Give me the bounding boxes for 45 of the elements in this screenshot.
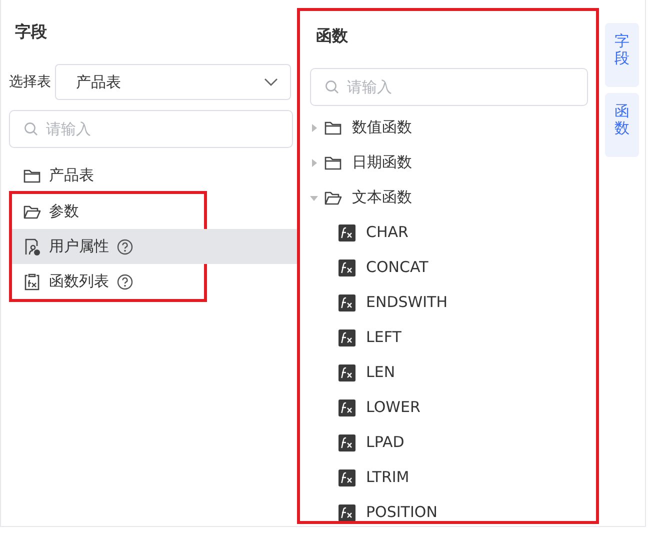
function-item[interactable]: CHAR xyxy=(310,215,588,250)
function-item[interactable]: LPAD xyxy=(310,425,588,460)
function-item[interactable]: ENDSWITH xyxy=(310,285,588,320)
folder-icon xyxy=(23,168,41,184)
function-item[interactable]: LTRIM xyxy=(310,460,588,495)
side-tab[interactable]: 字段 xyxy=(605,23,639,87)
folder-icon xyxy=(324,120,342,136)
function-item[interactable]: LOWER xyxy=(310,390,588,425)
table-select[interactable]: 产品表 xyxy=(55,64,291,100)
function-document-icon xyxy=(23,272,41,290)
search-field[interactable]: 请输入 xyxy=(310,68,588,106)
folder-icon xyxy=(324,154,342,170)
panel-title: 函数 xyxy=(316,25,348,47)
chevron-down-icon xyxy=(264,78,278,86)
function-icon xyxy=(338,468,356,486)
function-icon xyxy=(338,504,356,521)
function-item[interactable]: CONCAT xyxy=(310,250,588,285)
tree-item[interactable]: 文本函数 xyxy=(310,180,588,215)
tree-item[interactable]: 数值函数 xyxy=(310,110,588,145)
function-icon xyxy=(338,294,356,312)
panel-title: 字段 xyxy=(15,21,47,43)
open-folder-icon xyxy=(23,204,41,220)
function-item[interactable]: LEN xyxy=(310,355,588,390)
search-field[interactable]: 请输入 xyxy=(9,110,293,148)
help-icon xyxy=(117,238,133,254)
tree-item[interactable]: 产品表 xyxy=(1,158,297,193)
function-item[interactable]: LEFT xyxy=(310,320,588,355)
field-label: 选择表 xyxy=(9,72,51,92)
tree-item[interactable]: 日期函数 xyxy=(310,145,588,180)
search-icon xyxy=(325,80,339,94)
tree-item[interactable]: 参数 xyxy=(12,194,297,229)
function-icon xyxy=(338,224,356,242)
function-item[interactable]: POSITION xyxy=(310,495,588,521)
search-icon xyxy=(24,122,38,136)
tree-item[interactable]: 函数列表 xyxy=(12,264,297,299)
side-tab[interactable]: 函数 xyxy=(605,93,639,157)
function-icon xyxy=(338,328,356,346)
function-icon xyxy=(338,364,356,382)
help-icon xyxy=(117,274,133,290)
tree-item[interactable]: 用户属性 xyxy=(12,229,297,264)
open-folder-icon xyxy=(324,190,342,206)
function-icon xyxy=(338,434,356,452)
user-document-icon xyxy=(23,238,41,256)
function-icon xyxy=(338,398,356,416)
function-icon xyxy=(338,258,356,276)
